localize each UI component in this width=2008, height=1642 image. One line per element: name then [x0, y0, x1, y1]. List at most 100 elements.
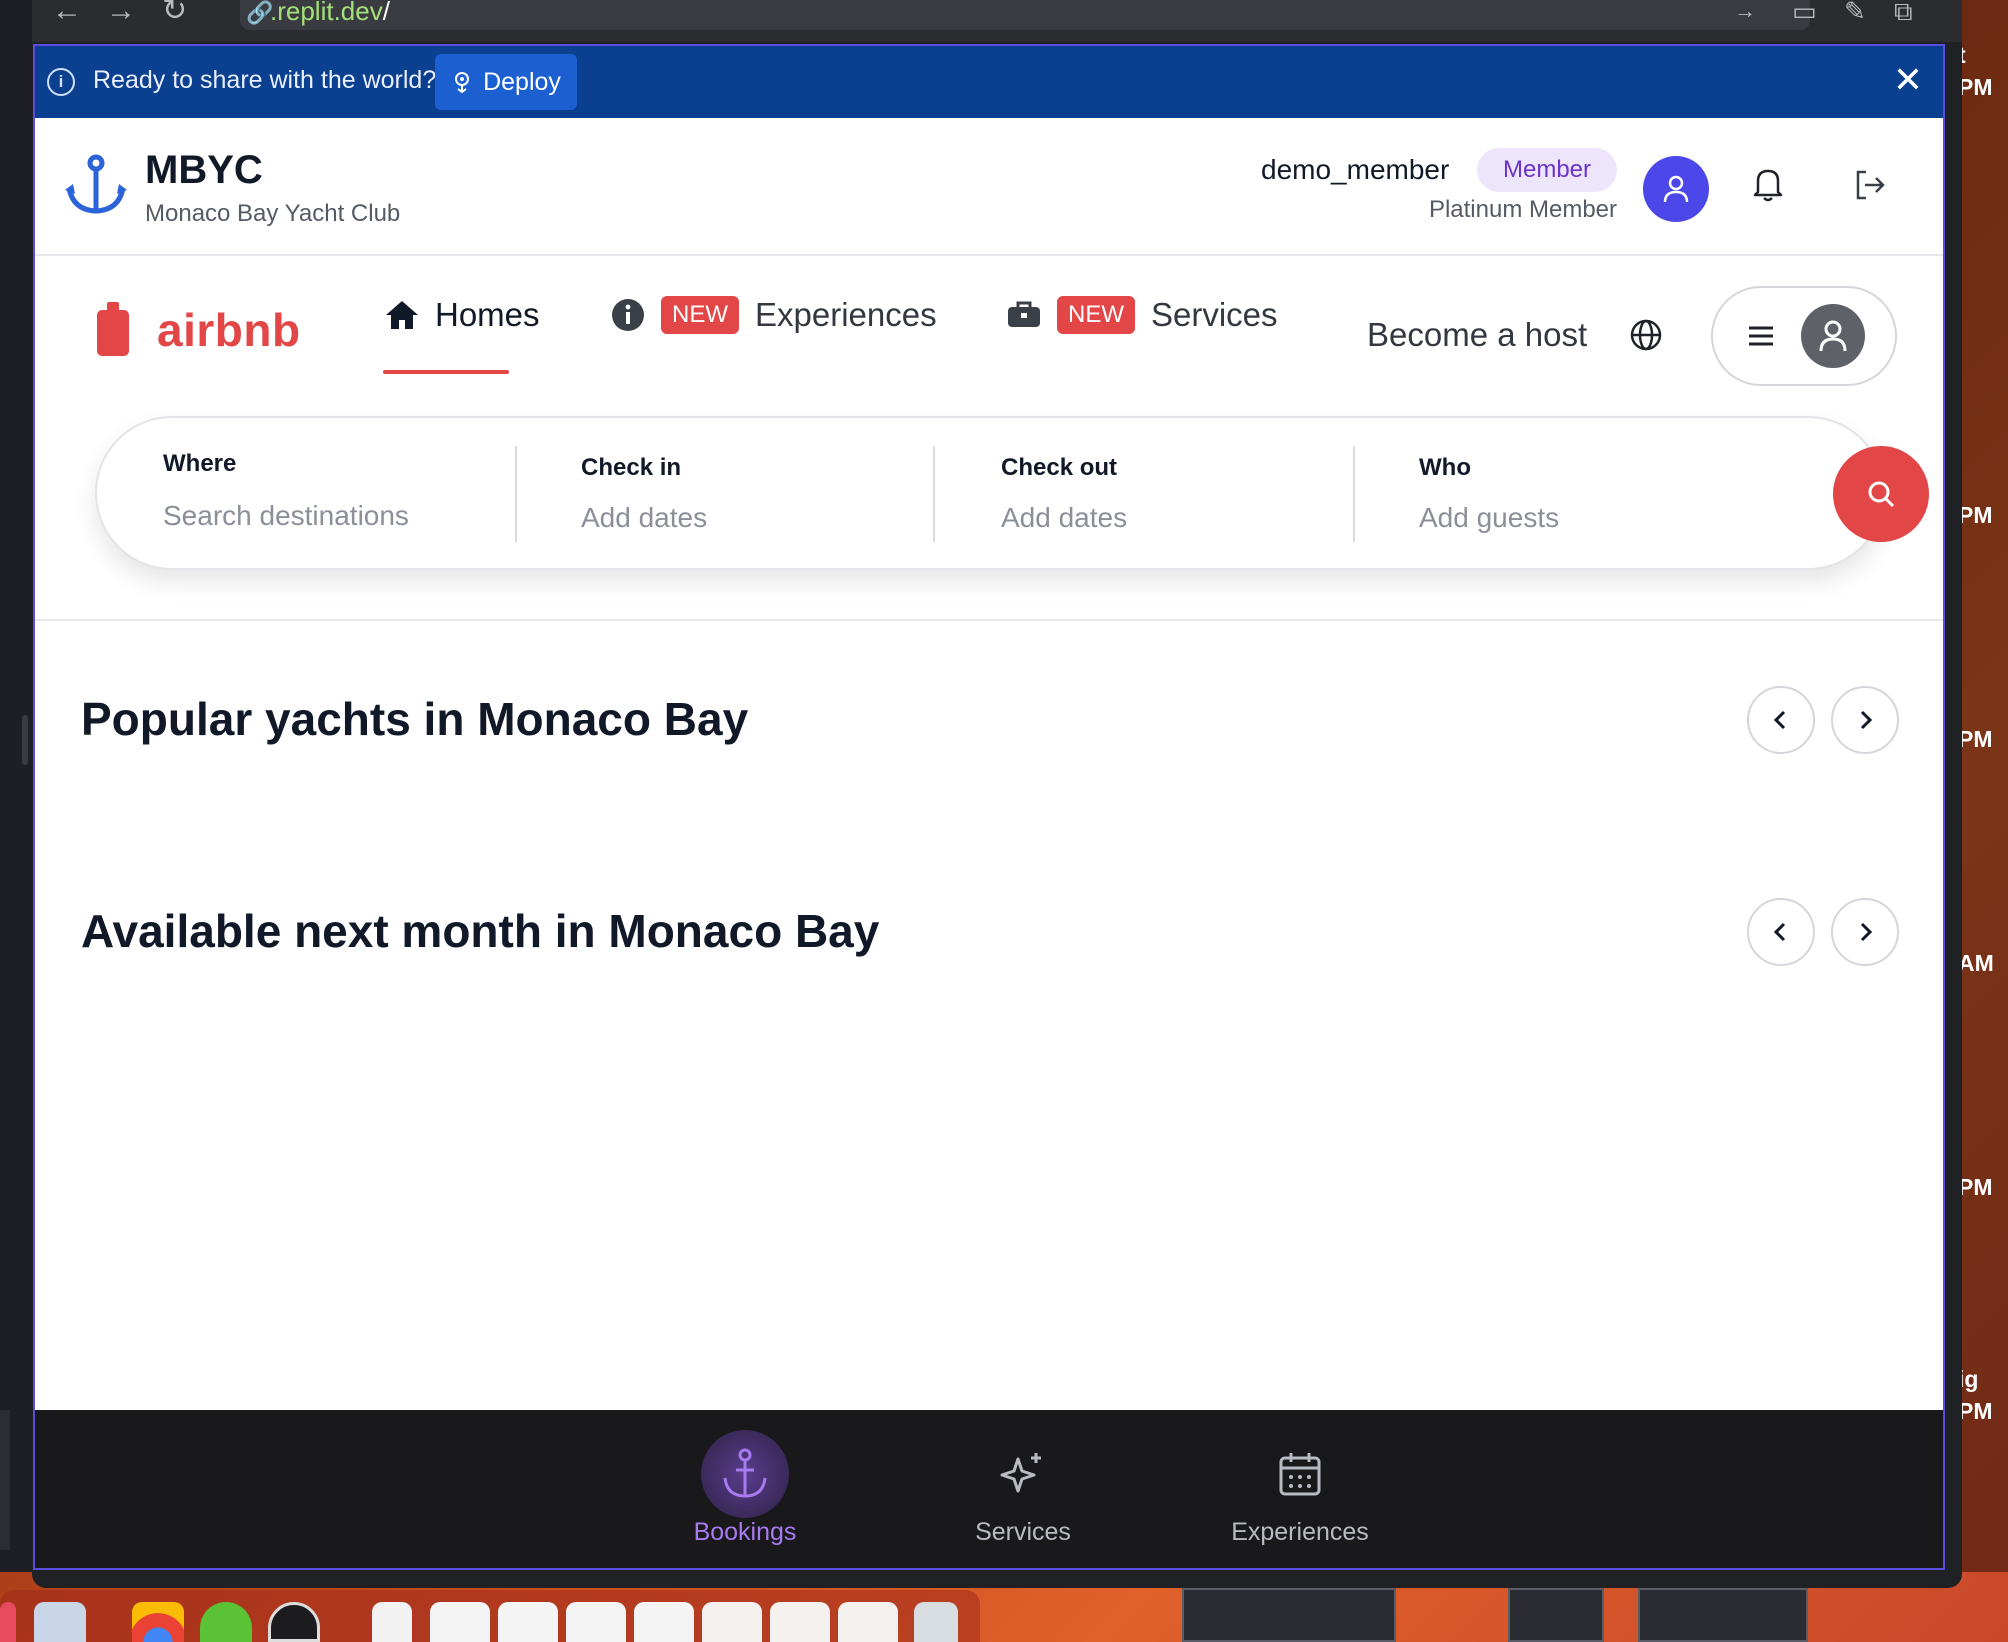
search-field-placeholder: Add guests	[1419, 502, 1560, 533]
bottom-nav-label: Experiences	[1231, 1518, 1369, 1546]
bottom-nav-label: Services	[975, 1518, 1071, 1546]
go-arrow-icon[interactable]: →	[1734, 0, 1756, 22]
desktop-window-thumbnail[interactable]	[1182, 1588, 1396, 1642]
profile-avatar	[1801, 304, 1865, 368]
search-field-label: Check in	[581, 454, 682, 481]
dock-app-icon[interactable]	[34, 1602, 86, 1642]
deploy-button[interactable]: Deploy	[435, 54, 577, 110]
side-time-label: PM	[1958, 1398, 1993, 1424]
deploy-button-label: Deploy	[483, 67, 561, 96]
logout-icon[interactable]	[1853, 168, 1887, 202]
user-menu-button[interactable]	[1711, 286, 1897, 386]
divider	[1353, 446, 1355, 542]
dock-window-thumbnail[interactable]	[634, 1602, 694, 1642]
sparkles-icon	[979, 1430, 1067, 1518]
bell-icon[interactable]	[1751, 166, 1785, 202]
browser-toolbar: ← → ↻ 🔗 .replit.dev/ → ▭ ✎ ⧉	[32, 0, 1962, 42]
deploy-message: Ready to share with the world?	[93, 66, 437, 94]
dock-window-thumbnail[interactable]	[702, 1602, 762, 1642]
search-field-placeholder: Add dates	[581, 502, 708, 533]
background-window-edge	[0, 0, 34, 1572]
chevron-right-icon	[1860, 922, 1873, 942]
dock-window-thumbnail[interactable]	[566, 1602, 626, 1642]
side-time-label: AM	[1958, 950, 1994, 976]
side-time-label: PM	[1958, 726, 1993, 752]
dock-window-thumbnail[interactable]	[430, 1602, 490, 1642]
dock-app-icon[interactable]	[0, 1602, 16, 1642]
side-time-label: PM	[1958, 74, 1993, 100]
info-icon: i	[47, 68, 75, 96]
bottom-nav-label: Bookings	[693, 1518, 797, 1546]
dock-document-icon[interactable]	[372, 1602, 412, 1642]
search-who-field[interactable]: Who Add guests	[1419, 418, 1799, 568]
search-checkout-field[interactable]: Check out Add dates	[1001, 418, 1361, 568]
background-window-panel	[0, 1410, 10, 1550]
tab-homes-label: Homes	[435, 296, 540, 333]
section-title: Available next month in Monaco Bay	[81, 905, 880, 957]
search-field-placeholder: Add dates	[1001, 502, 1128, 533]
dock-window-thumbnail[interactable]	[838, 1602, 898, 1642]
globe-icon[interactable]	[1629, 318, 1663, 352]
club-subtitle: Monaco Bay Yacht Club	[145, 200, 401, 227]
info-icon	[612, 299, 644, 331]
section-divider	[35, 619, 1943, 621]
search-field-placeholder: Search destinations	[163, 500, 409, 531]
new-badge: NEW	[661, 296, 739, 334]
airbnb-wordmark: airbnb	[157, 304, 301, 356]
window-resize-handle	[22, 715, 28, 765]
address-text: .replit.dev/	[270, 0, 390, 26]
calendar-icon	[1256, 1430, 1344, 1518]
forward-arrow-icon[interactable]: →	[106, 0, 136, 26]
chrome-icon[interactable]	[132, 1602, 184, 1642]
carousel-prev-button[interactable]	[1747, 898, 1815, 966]
deploy-icon	[455, 72, 470, 94]
search-icon	[1868, 481, 1895, 508]
trash-icon[interactable]	[914, 1602, 958, 1642]
search-button[interactable]	[1833, 446, 1929, 542]
search-checkin-field[interactable]: Check in Add dates	[581, 418, 941, 568]
airbnb-logo[interactable]: airbnb	[95, 302, 301, 358]
search-where-field[interactable]: Where Search destinations	[163, 418, 523, 568]
chevron-right-icon	[1860, 710, 1873, 730]
dock-window-thumbnail[interactable]	[770, 1602, 830, 1642]
become-host-link[interactable]: Become a host	[1367, 316, 1587, 354]
club-header: MBYC Monaco Bay Yacht Club demo_member M…	[35, 118, 1943, 256]
anchor-icon	[701, 1430, 789, 1518]
tab-experiences-label: Experiences	[755, 296, 937, 333]
search-bar: Where Search destinations Check in Add d…	[95, 416, 1929, 570]
tab-services[interactable]: NEW Services	[1007, 296, 1278, 334]
reload-icon[interactable]: ↻	[162, 0, 187, 26]
app-viewport: i Ready to share with the world? Deploy …	[33, 44, 1945, 1570]
address-bar[interactable]: 🔗 .replit.dev/	[240, 0, 1810, 30]
carousel-next-button[interactable]	[1831, 898, 1899, 966]
section-title: Popular yachts in Monaco Bay	[81, 693, 749, 745]
user-avatar[interactable]	[1643, 156, 1709, 222]
tools-icon[interactable]: ✎	[1844, 0, 1866, 24]
back-arrow-icon[interactable]: ←	[52, 0, 82, 26]
chevron-left-icon	[1773, 710, 1786, 730]
carousel-next-button[interactable]	[1831, 686, 1899, 754]
desktop-window-thumbnail[interactable]	[1508, 1588, 1604, 1642]
membership-tier: Platinum Member	[1428, 196, 1617, 223]
side-time-label: PM	[1958, 502, 1993, 528]
role-badge: Member	[1477, 148, 1617, 192]
open-new-tab-icon[interactable]: ⧉	[1894, 0, 1913, 24]
user-icon	[1663, 175, 1689, 203]
chevron-left-icon	[1773, 922, 1786, 942]
tab-homes[interactable]: Homes	[385, 296, 540, 334]
device-preview-icon[interactable]: ▭	[1792, 0, 1817, 24]
desktop-window-thumbnail[interactable]	[1638, 1588, 1808, 1642]
side-time-label: PM	[1958, 1174, 1993, 1200]
club-title: MBYC	[145, 148, 263, 192]
deploy-banner: i Ready to share with the world? Deploy …	[35, 46, 1943, 118]
user-icon	[1819, 320, 1847, 352]
carousel-prev-button[interactable]	[1747, 686, 1815, 754]
tab-services-label: Services	[1151, 296, 1278, 333]
close-icon[interactable]: ✕	[1893, 60, 1923, 100]
dock-window-thumbnail[interactable]	[498, 1602, 558, 1642]
tab-experiences[interactable]: NEW Experiences	[611, 296, 937, 334]
anchor-icon	[65, 154, 127, 214]
home-icon	[386, 301, 418, 329]
search-field-label: Check out	[1001, 454, 1118, 481]
hamburger-menu-icon	[1749, 326, 1773, 346]
